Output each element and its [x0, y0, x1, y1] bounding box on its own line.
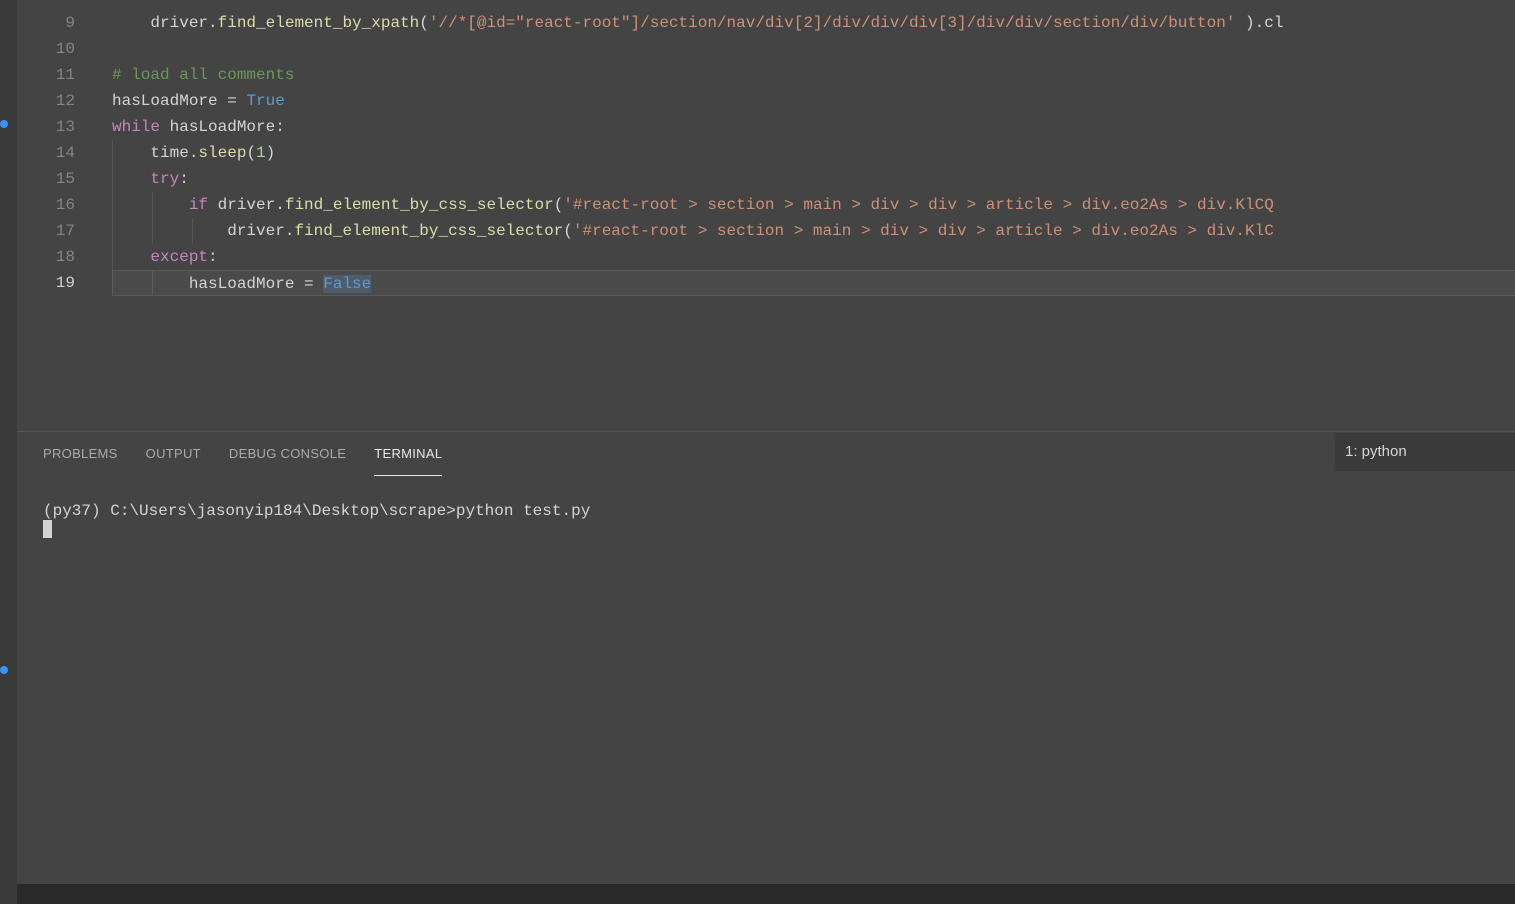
code-content[interactable]: driver.find_element_by_xpath('//*[@id="r… — [112, 0, 1515, 431]
terminal-selector-dropdown[interactable]: 1: python — [1335, 433, 1515, 471]
terminal-cursor-icon — [43, 520, 52, 538]
line-number: 11 — [35, 62, 75, 88]
panel-tab-bar: PROBLEMS OUTPUT DEBUG CONSOLE TERMINAL — [17, 432, 1515, 476]
tab-output[interactable]: OUTPUT — [146, 432, 201, 476]
code-line[interactable] — [112, 36, 1515, 62]
code-line[interactable]: driver.find_element_by_css_selector('#re… — [112, 218, 1515, 244]
code-line[interactable]: driver.find_element_by_xpath('//*[@id="r… — [112, 10, 1515, 36]
terminal-line: (py37) C:\Users\jasonyip184\Desktop\scra… — [43, 502, 590, 520]
tab-debug-console[interactable]: DEBUG CONSOLE — [229, 432, 346, 476]
code-line[interactable]: time.sleep(1) — [112, 140, 1515, 166]
code-editor[interactable]: 9 10 11 12 13 14 15 16 17 18 19 driver.f… — [17, 0, 1515, 431]
code-line[interactable]: if driver.find_element_by_css_selector('… — [112, 192, 1515, 218]
code-line[interactable]: # load all comments — [112, 62, 1515, 88]
activity-bar-edge — [0, 0, 17, 904]
code-line[interactable]: hasLoadMore = True — [112, 88, 1515, 114]
code-line[interactable]: try: — [112, 166, 1515, 192]
tab-terminal[interactable]: TERMINAL — [374, 432, 442, 476]
code-line[interactable]: except: — [112, 244, 1515, 270]
breakpoint-dot-icon[interactable] — [0, 666, 8, 674]
line-number: 10 — [35, 36, 75, 62]
line-number: 19 — [35, 270, 75, 296]
code-line[interactable]: while hasLoadMore: — [112, 114, 1515, 140]
line-number: 17 — [35, 218, 75, 244]
code-line[interactable]: hasLoadMore = False — [112, 270, 1515, 296]
line-number: 16 — [35, 192, 75, 218]
line-number: 13 — [35, 114, 75, 140]
breakpoint-dot-icon[interactable] — [0, 120, 8, 128]
tab-problems[interactable]: PROBLEMS — [43, 432, 118, 476]
terminal-output[interactable]: (py37) C:\Users\jasonyip184\Desktop\scra… — [17, 490, 1515, 884]
line-number: 9 — [35, 10, 75, 36]
line-number-gutter: 9 10 11 12 13 14 15 16 17 18 19 — [17, 0, 97, 431]
status-bar — [0, 884, 1515, 904]
line-number: 14 — [35, 140, 75, 166]
line-number: 18 — [35, 244, 75, 270]
line-number: 12 — [35, 88, 75, 114]
line-number: 15 — [35, 166, 75, 192]
